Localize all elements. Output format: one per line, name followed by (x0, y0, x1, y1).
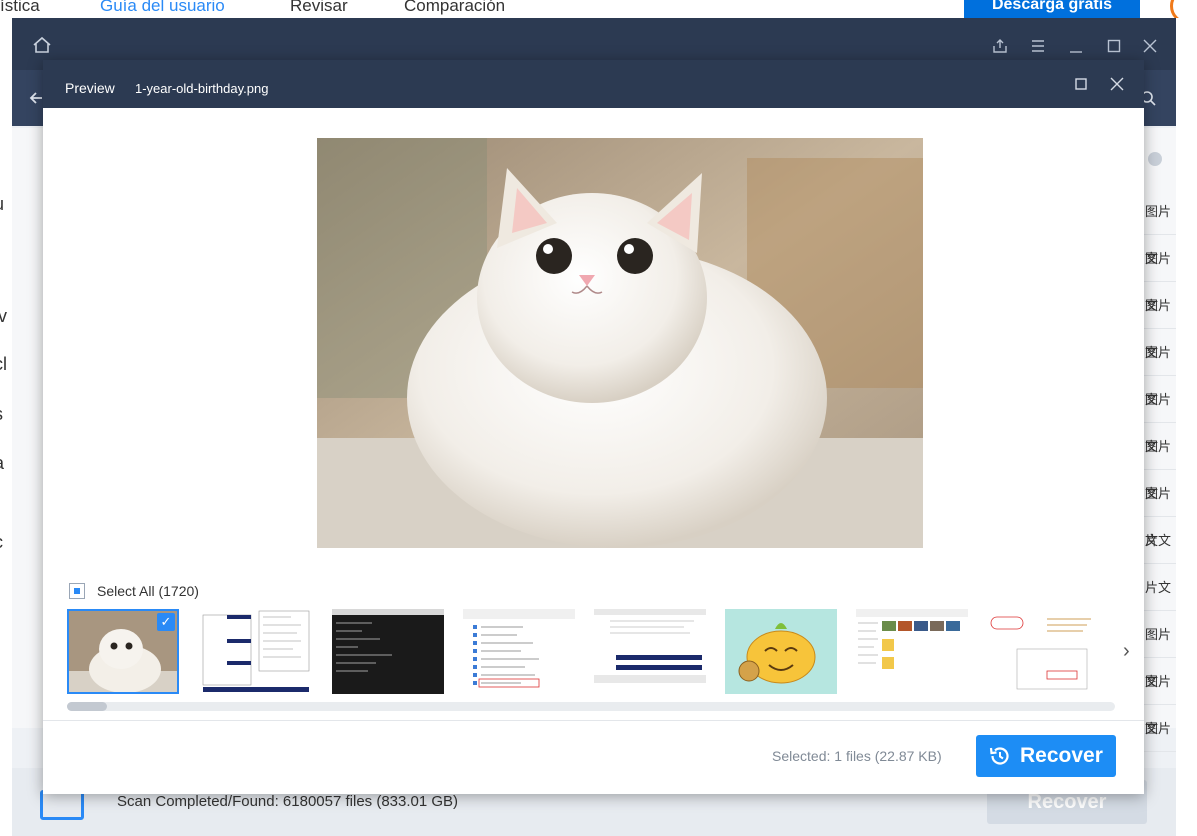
thumbnail-image (594, 609, 706, 694)
preview-filename: 1-year-old-birthday.png (135, 81, 269, 96)
recover-button[interactable]: Recover (976, 735, 1116, 777)
scroll-indicator (1148, 152, 1162, 166)
website-nav-bar: ística Guía del usuario Revisar Comparac… (0, 0, 1197, 18)
thumbnail-cat-photo[interactable]: ✓ (67, 609, 179, 694)
thumbnail-disk-partition[interactable] (594, 609, 706, 694)
nav-link-estadistica[interactable]: ística (0, 0, 40, 16)
thumbnail-command-prompt[interactable] (332, 609, 444, 694)
recover-button-label: Recover (1020, 744, 1103, 767)
minimize-icon[interactable] (1068, 38, 1084, 54)
list-item[interactable]: 图片文 (1143, 376, 1176, 454)
list-item[interactable]: 图片文 (1143, 705, 1176, 783)
list-item[interactable]: 图片文 (1143, 470, 1176, 548)
thumbnail-scrollbar[interactable] (67, 702, 1115, 711)
website-text-fragment: a (0, 453, 4, 474)
list-item[interactable]: 图片文 (1143, 235, 1176, 313)
checkmark-icon[interactable]: ✓ (157, 613, 175, 631)
select-all-label[interactable]: Select All (1720) (97, 583, 199, 599)
maximize-icon[interactable] (1073, 76, 1089, 92)
chat-icon[interactable] (1170, 0, 1197, 18)
nav-link-review[interactable]: Revisar (290, 0, 348, 16)
cat-illustration (317, 138, 923, 548)
website-text-fragment: cl (0, 354, 7, 374)
website-text-fragment: c (0, 532, 3, 553)
thumbnail-image (725, 609, 837, 694)
preview-title: Preview (65, 80, 115, 96)
preview-titlebar: Preview 1-year-old-birthday.png (43, 60, 1144, 108)
home-icon[interactable] (32, 36, 52, 54)
preview-footer: Selected: 1 files (22.87 KB) Recover (43, 720, 1144, 794)
thumbnail-image (332, 609, 444, 694)
thumbnail-image (856, 609, 968, 694)
back-arrow-icon[interactable] (28, 90, 44, 106)
download-button[interactable]: Descarga gratis (964, 0, 1140, 18)
website-text-fragment: s (0, 404, 3, 425)
list-item[interactable]: 图片文 (1143, 611, 1176, 689)
preview-dialog: Preview 1-year-old-birthday.png Select A… (43, 60, 1144, 794)
history-icon (989, 747, 1009, 765)
close-icon[interactable] (1109, 76, 1125, 92)
share-icon[interactable] (992, 38, 1008, 54)
thumbnail-image (463, 609, 575, 694)
nav-link-comparison[interactable]: Comparación (404, 0, 505, 16)
list-item[interactable]: 片文 (1143, 517, 1176, 564)
website-right-edge (1176, 18, 1197, 836)
thumbnail-file-explorer[interactable] (856, 609, 968, 694)
scan-status-text: Scan Completed/Found: 6180057 files (833… (117, 793, 459, 810)
menu-icon[interactable] (1030, 38, 1046, 54)
chevron-right-icon[interactable]: › (1123, 640, 1130, 663)
website-text-fragment: u (0, 194, 4, 215)
thumbnail-disk-management[interactable] (201, 609, 313, 694)
thumbnail-device-manager[interactable] (463, 609, 575, 694)
website-left-edge (0, 18, 12, 836)
thumbnail-dialog-screenshot[interactable] (987, 609, 1099, 694)
preview-image (317, 138, 923, 548)
list-item[interactable]: 图片文 (1143, 658, 1176, 736)
nav-link-user-guide[interactable]: Guía del usuario (100, 0, 225, 16)
website-text-fragment: iv (0, 306, 7, 326)
selected-files-info: Selected: 1 files (22.87 KB) (772, 748, 942, 764)
list-item[interactable]: 图片文 (1143, 423, 1176, 501)
list-item[interactable]: 图片文 (1143, 282, 1176, 360)
list-item[interactable]: 图片文 (1143, 329, 1176, 407)
file-type-column: 图片文 图片文 图片文 图片文 图片文 图片文 图片文 片文 片文 图片文 图片… (1143, 188, 1176, 783)
thumbnail-emoji-cartoon[interactable] (725, 609, 837, 694)
thumbnail-image (987, 609, 1099, 694)
monitor-icon (40, 790, 84, 820)
close-icon[interactable] (1142, 38, 1158, 54)
thumbnail-image (201, 609, 313, 694)
scrollbar-thumb[interactable] (67, 702, 107, 711)
maximize-icon[interactable] (1106, 38, 1122, 54)
list-item[interactable]: 片文 (1143, 564, 1176, 611)
select-all-checkbox[interactable] (69, 583, 85, 599)
list-item[interactable]: 图片文 (1143, 188, 1176, 266)
